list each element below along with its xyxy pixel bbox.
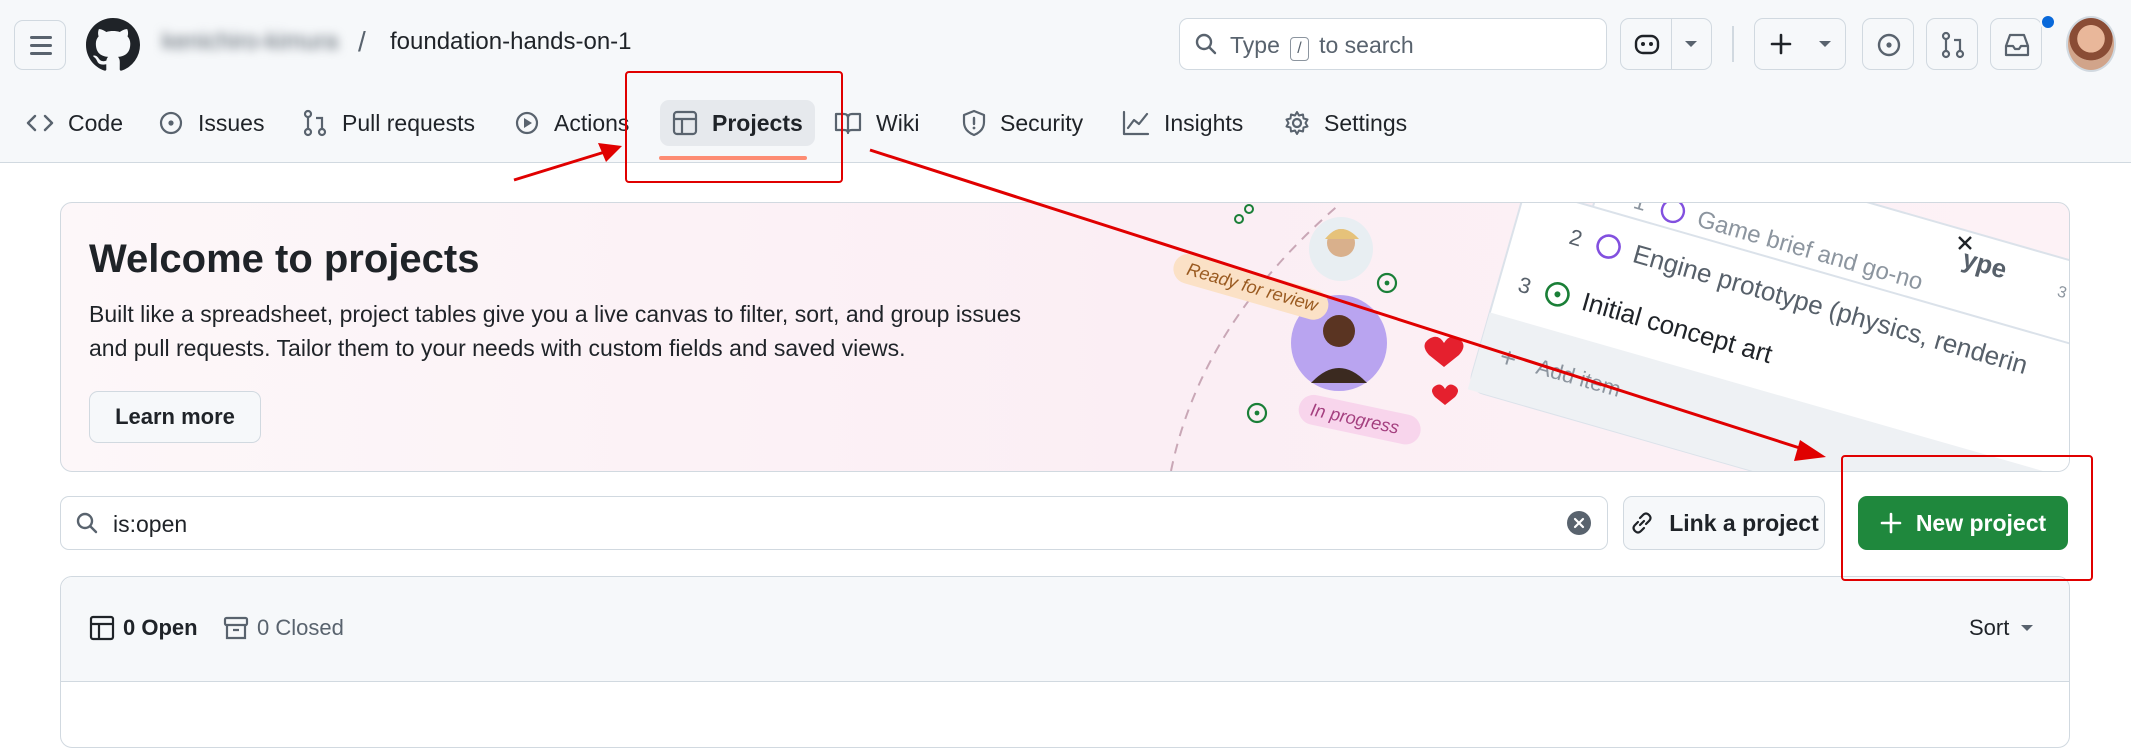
annotation-arrow-2 xyxy=(869,148,1807,452)
annotation-arrow-1 xyxy=(513,149,609,182)
annotation-arrows xyxy=(513,143,1826,461)
